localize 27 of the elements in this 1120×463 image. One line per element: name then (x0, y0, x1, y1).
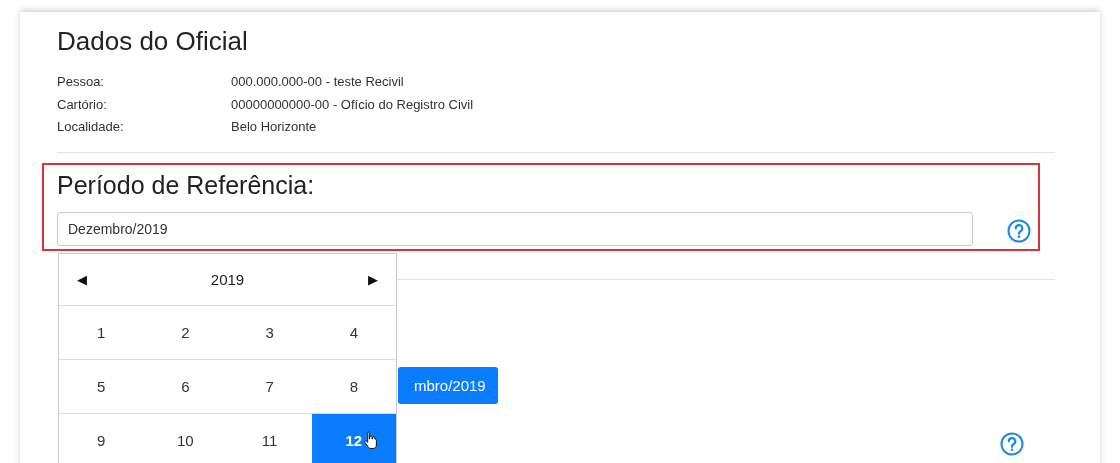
detail-label: Cartório: (57, 95, 108, 114)
detail-label: Pessoa: (57, 73, 105, 91)
period-heading: Período de Referência: (57, 170, 316, 200)
detail-label: Localidade: (57, 118, 125, 136)
period-button[interactable]: mbro/2019 (398, 366, 498, 404)
month-cell[interactable]: 10 (143, 414, 228, 463)
month-cell[interactable]: 1 (59, 306, 144, 360)
month-cell[interactable]: 6 (143, 360, 228, 414)
month-cell[interactable]: 11 (227, 414, 312, 463)
year-label: 2019 (210, 271, 245, 288)
help-icon[interactable] (1007, 218, 1031, 243)
hand-cursor-icon (363, 430, 378, 450)
month-cell[interactable]: 4 (311, 306, 396, 360)
detail-value: 00000000000-00 - Ofício do Registro Civil (231, 95, 475, 114)
month-cell[interactable]: 9 (59, 414, 144, 463)
month-cell[interactable]: 7 (227, 360, 312, 414)
month-cell[interactable]: 2 (143, 306, 228, 360)
section-heading: Dados do Oficial (57, 26, 249, 57)
help-icon[interactable] (1000, 432, 1024, 456)
month-cell[interactable]: 5 (59, 360, 144, 414)
month-cell[interactable]: 3 (227, 306, 312, 360)
period-input-field[interactable]: Dezembro/2019 (57, 211, 973, 246)
detail-value: Belo Horizonte (231, 118, 318, 136)
month-cell[interactable]: 12 (311, 414, 396, 463)
previous-year-button[interactable]: ◀ (77, 272, 87, 287)
detail-value: 000.000.000-00 - teste Recivil (231, 73, 405, 91)
next-year-button[interactable]: ▶ (368, 272, 378, 287)
